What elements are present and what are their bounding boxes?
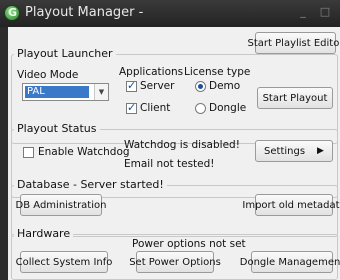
collect-system-info-button[interactable]: Collect System Info bbox=[16, 251, 112, 273]
database-legend: Database - Server started! bbox=[14, 178, 167, 191]
app-window: G Playout Manager - _ □ Start Playlist E… bbox=[0, 0, 340, 280]
set-power-options-button[interactable]: Set Power Options bbox=[129, 251, 221, 273]
db-administration-button[interactable]: DB Administration bbox=[16, 194, 106, 216]
power-options-status-text: Power options not set bbox=[132, 238, 246, 250]
license-type-label: License type bbox=[184, 66, 251, 78]
enable-watchdog-checkbox[interactable] bbox=[23, 147, 34, 158]
video-mode-label: Video Mode bbox=[17, 69, 79, 81]
hardware-group: Hardware Power options not set Collect S… bbox=[11, 227, 340, 280]
main-panel: Start Playlist Editor Playout Launcher V… bbox=[8, 27, 340, 280]
playout-status-legend: Playout Status bbox=[14, 122, 100, 135]
client-label: Client bbox=[140, 102, 171, 114]
import-old-metadata-button[interactable]: Import old metadata bbox=[242, 194, 340, 216]
dongle-management-button[interactable]: Dongle Management bbox=[240, 251, 340, 273]
minimize-icon[interactable]: _ bbox=[296, 6, 310, 18]
settings-button[interactable]: Settings ▶ bbox=[255, 140, 333, 162]
window-title: Playout Manager - bbox=[25, 5, 144, 20]
client-checkbox[interactable] bbox=[126, 101, 137, 114]
license-demo-label: Demo bbox=[209, 80, 241, 92]
email-status-text: Email not tested! bbox=[124, 158, 215, 170]
start-playout-button[interactable]: Start Playout bbox=[257, 87, 333, 109]
license-dongle-label: Dongle bbox=[209, 102, 247, 114]
caret-right-icon: ▶ bbox=[317, 146, 324, 156]
title-bar[interactable]: G Playout Manager - _ □ bbox=[0, 0, 340, 27]
video-mode-select[interactable]: PAL ▼ bbox=[22, 83, 109, 101]
hardware-legend: Hardware bbox=[14, 227, 74, 240]
server-label: Server bbox=[140, 80, 175, 92]
video-mode-value: PAL bbox=[25, 86, 89, 98]
server-checkbox[interactable] bbox=[126, 79, 137, 92]
start-playlist-editor-button[interactable]: Start Playlist Editor bbox=[248, 32, 340, 54]
applications-label: Applications bbox=[119, 66, 184, 78]
playout-launcher-legend: Playout Launcher bbox=[14, 47, 116, 60]
app-logo-icon: G bbox=[4, 5, 20, 21]
enable-watchdog-label: Enable Watchdog bbox=[38, 146, 130, 158]
settings-label: Settings bbox=[264, 145, 306, 157]
chevron-down-icon[interactable]: ▼ bbox=[94, 84, 108, 100]
maximize-icon[interactable]: □ bbox=[318, 6, 332, 18]
license-dongle-radio[interactable] bbox=[195, 103, 206, 114]
license-demo-radio[interactable] bbox=[195, 81, 206, 92]
watchdog-status-text: Watchdog is disabled! bbox=[124, 139, 240, 151]
